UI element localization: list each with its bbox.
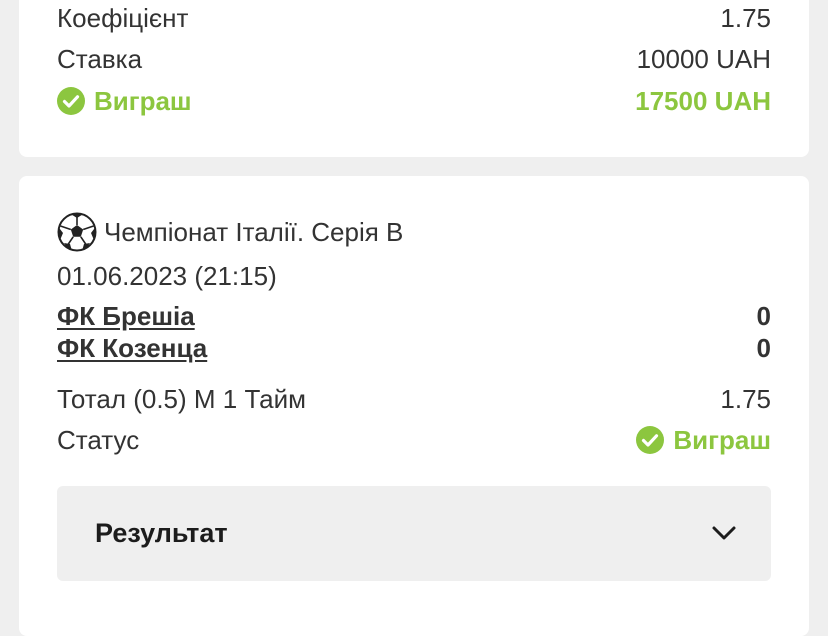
coefficient-value: 1.75 (720, 3, 771, 33)
team1-link[interactable]: ФК Брешіа (57, 300, 195, 332)
status-value-group: Виграш (636, 424, 771, 456)
team1-row: ФК Брешіа 0 (57, 300, 771, 332)
result-label: Результат (95, 518, 228, 548)
result-accordion[interactable]: Результат (57, 486, 771, 581)
status-label: Статус (57, 425, 140, 455)
chevron-down-icon[interactable] (711, 523, 737, 543)
stake-value: 10000 UAH (636, 44, 771, 74)
soccer-ball-icon (57, 212, 97, 252)
event-datetime: 01.06.2023 (21:15) (57, 261, 277, 291)
market-row: Тотал (0.5) М 1 Тайм 1.75 (57, 383, 771, 415)
status-value: Виграш (673, 425, 771, 455)
team2-score: 0 (756, 333, 771, 363)
league-name: Чемпіонат Італії. Серія B (104, 217, 404, 247)
bet-summary-card: Коефіцієнт 1.75 Ставка 10000 UAH Виграш … (19, 0, 809, 157)
stake-row: Ставка 10000 UAH (57, 43, 771, 75)
check-circle-icon (636, 426, 665, 454)
win-row: Виграш 17500 UAH (57, 85, 771, 117)
market-odds: 1.75 (720, 384, 771, 414)
event-card: Чемпіонат Італії. Серія B 01.06.2023 (21… (19, 176, 809, 636)
league-header: Чемпіонат Італії. Серія B (57, 212, 403, 252)
team2-link[interactable]: ФК Козенца (57, 332, 207, 364)
team1-score: 0 (756, 301, 771, 331)
market-label: Тотал (0.5) М 1 Тайм (57, 384, 307, 414)
event-datetime-row: 01.06.2023 (21:15) (57, 260, 277, 292)
win-amount: 17500 UAH (635, 86, 771, 116)
win-label: Виграш (94, 86, 192, 116)
stake-label: Ставка (57, 44, 143, 74)
coefficient-row: Коефіцієнт 1.75 (57, 2, 771, 34)
check-circle-icon (57, 87, 85, 115)
team2-row: ФК Козенца 0 (57, 332, 771, 364)
coefficient-label: Коефіцієнт (57, 3, 189, 33)
status-row: Статус Виграш (57, 424, 771, 456)
win-label-group: Виграш (57, 85, 192, 117)
